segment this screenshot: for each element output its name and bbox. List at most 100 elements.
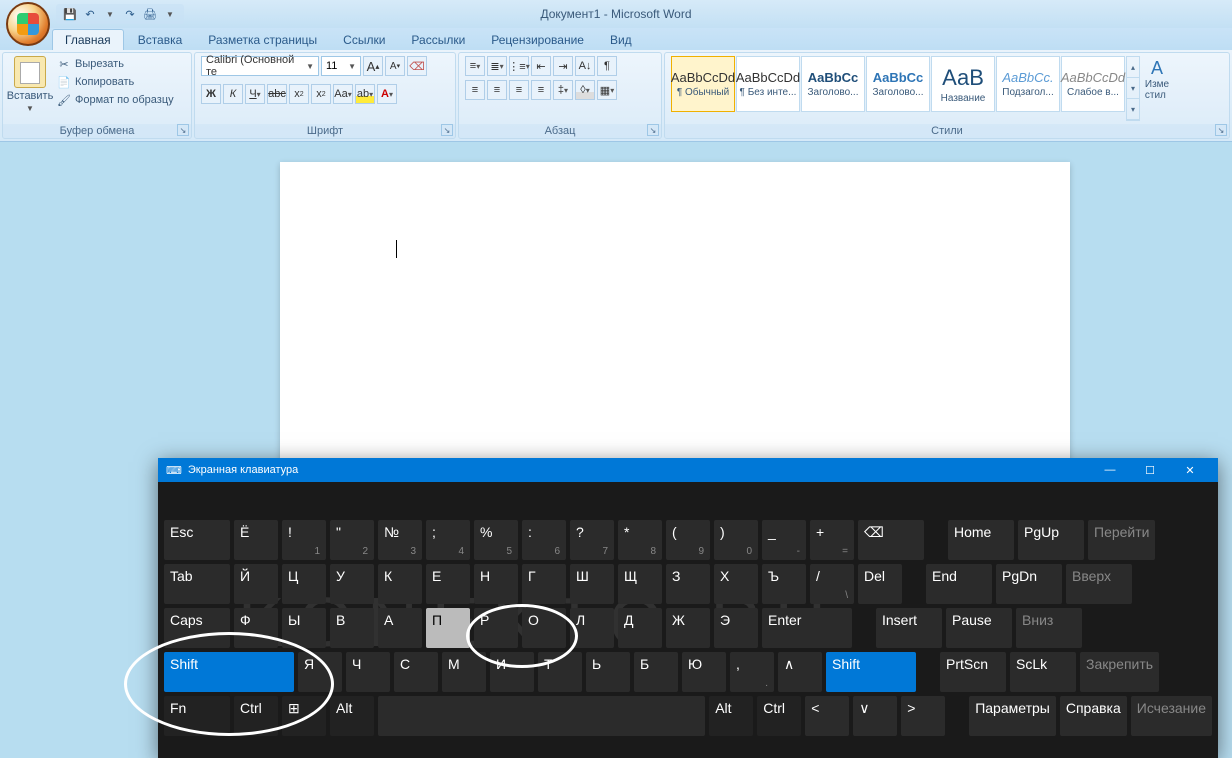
key-з[interactable]: З [666,564,710,604]
font-name-combo[interactable]: Calibri (Основной те▼ [201,56,319,76]
key-у[interactable]: У [330,564,374,604]
shrink-font-button[interactable]: A▾ [385,56,405,76]
key-<[interactable]: < [805,696,849,736]
highlight-button[interactable]: ab▾ [355,84,375,104]
key-+[interactable]: += [810,520,854,560]
style-item[interactable]: АаВНазвание [931,56,995,112]
key-esc[interactable]: Esc [164,520,230,560]
multilevel-button[interactable]: ⋮≡▾ [509,56,529,76]
justify-button[interactable]: ≡ [531,80,551,100]
style-item[interactable]: AaBbCcЗаголово... [801,56,865,112]
key-исчезание[interactable]: Исчезание [1131,696,1212,736]
show-marks-button[interactable]: ¶ [597,56,617,76]
tab-home[interactable]: Главная [52,29,124,50]
key-ctrl[interactable]: Ctrl [234,696,278,736]
key-о[interactable]: О [522,608,566,648]
key-в[interactable]: В [330,608,374,648]
key-справка[interactable]: Справка [1060,696,1127,736]
page[interactable] [280,162,1070,462]
font-color-button[interactable]: A▾ [377,84,397,104]
key-п[interactable]: П [426,608,470,648]
key-к[interactable]: К [378,564,422,604]
key-т[interactable]: Т [538,652,582,692]
key-/[interactable]: /\ [810,564,854,604]
key-ё[interactable]: Ё [234,520,278,560]
tab-insert[interactable]: Вставка [126,30,195,50]
clear-formatting-button[interactable]: ⌫ [407,56,427,76]
key-ш[interactable]: Ш [570,564,614,604]
key-space[interactable] [378,696,705,736]
tab-mailings[interactable]: Рассылки [399,30,477,50]
style-item[interactable]: AaBbCc.Подзагол... [996,56,1060,112]
key-)[interactable]: )0 [714,520,758,560]
key-prtscn[interactable]: PrtScn [940,652,1006,692]
osk-title-bar[interactable]: ⌨ Экранная клавиатура — ☐ ✕ [158,458,1218,482]
format-painter-button[interactable]: 🖌Формат по образцу [55,92,176,108]
key-;[interactable]: ;4 [426,520,470,560]
decrease-indent-button[interactable]: ⇤ [531,56,551,76]
key-alt[interactable]: Alt [709,696,753,736]
key-([interactable]: (9 [666,520,710,560]
copy-button[interactable]: 📄Копировать [55,74,176,90]
borders-button[interactable]: ▦▾ [597,80,617,100]
align-center-button[interactable]: ≡ [487,80,507,100]
key->[interactable]: > [901,696,945,736]
key-перейти[interactable]: Перейти [1088,520,1155,560]
key-alt[interactable]: Alt [330,696,374,736]
bold-button[interactable]: Ж [201,84,221,104]
line-spacing-button[interactable]: ‡▾ [553,80,573,100]
key-и[interactable]: И [490,652,534,692]
key-я[interactable]: Я [298,652,342,692]
shading-button[interactable]: ◊▾ [575,80,595,100]
key-э[interactable]: Э [714,608,758,648]
strikethrough-button[interactable]: abc [267,84,287,104]
key-№[interactable]: №3 [378,520,422,560]
key-х[interactable]: Х [714,564,758,604]
key-ю[interactable]: Ю [682,652,726,692]
tab-references[interactable]: Ссылки [331,30,397,50]
key-del[interactable]: Del [858,564,902,604]
key-закрепить[interactable]: Закрепить [1080,652,1159,692]
italic-button[interactable]: К [223,84,243,104]
key-shift[interactable]: Shift [826,652,916,692]
key-∨[interactable]: ∨ [853,696,897,736]
office-button[interactable] [6,2,50,46]
maximize-button[interactable]: ☐ [1130,458,1170,482]
key-ъ[interactable]: Ъ [762,564,806,604]
key-м[interactable]: М [442,652,486,692]
key-е[interactable]: Е [426,564,470,604]
key-"[interactable]: "2 [330,520,374,560]
key-pause[interactable]: Pause [946,608,1012,648]
key-ч[interactable]: Ч [346,652,390,692]
minimize-button[interactable]: — [1090,458,1130,482]
cut-button[interactable]: ✂Вырезать [55,56,176,72]
key-параметры[interactable]: Параметры [969,696,1056,736]
key-а[interactable]: А [378,608,422,648]
key-∧[interactable]: ∧ [778,652,822,692]
tab-layout[interactable]: Разметка страницы [196,30,329,50]
dialog-launcher-icon[interactable]: ↘ [647,124,659,136]
superscript-button[interactable]: x2 [311,84,331,104]
key-г[interactable]: Г [522,564,566,604]
tab-review[interactable]: Рецензирование [479,30,596,50]
key-insert[interactable]: Insert [876,608,942,648]
key-?[interactable]: ?7 [570,520,614,560]
key-й[interactable]: Й [234,564,278,604]
font-size-combo[interactable]: 11▼ [321,56,361,76]
dialog-launcher-icon[interactable]: ↘ [1215,124,1227,136]
key-caps[interactable]: Caps [164,608,230,648]
subscript-button[interactable]: x2 [289,84,309,104]
key-вверх[interactable]: Вверх [1066,564,1132,604]
key-р[interactable]: Р [474,608,518,648]
grow-font-button[interactable]: A▴ [363,56,383,76]
key-щ[interactable]: Щ [618,564,662,604]
key-ф[interactable]: Ф [234,608,278,648]
style-item[interactable]: AaBbCcDdСлабое в... [1061,56,1125,112]
key-pgup[interactable]: PgUp [1018,520,1084,560]
key-%[interactable]: %5 [474,520,518,560]
key-ц[interactable]: Ц [282,564,326,604]
style-item[interactable]: AaBbCcDd¶ Без инте... [736,56,800,112]
key-ctrl[interactable]: Ctrl [757,696,801,736]
key-pgdn[interactable]: PgDn [996,564,1062,604]
style-item[interactable]: AaBbCcDd¶ Обычный [671,56,735,112]
